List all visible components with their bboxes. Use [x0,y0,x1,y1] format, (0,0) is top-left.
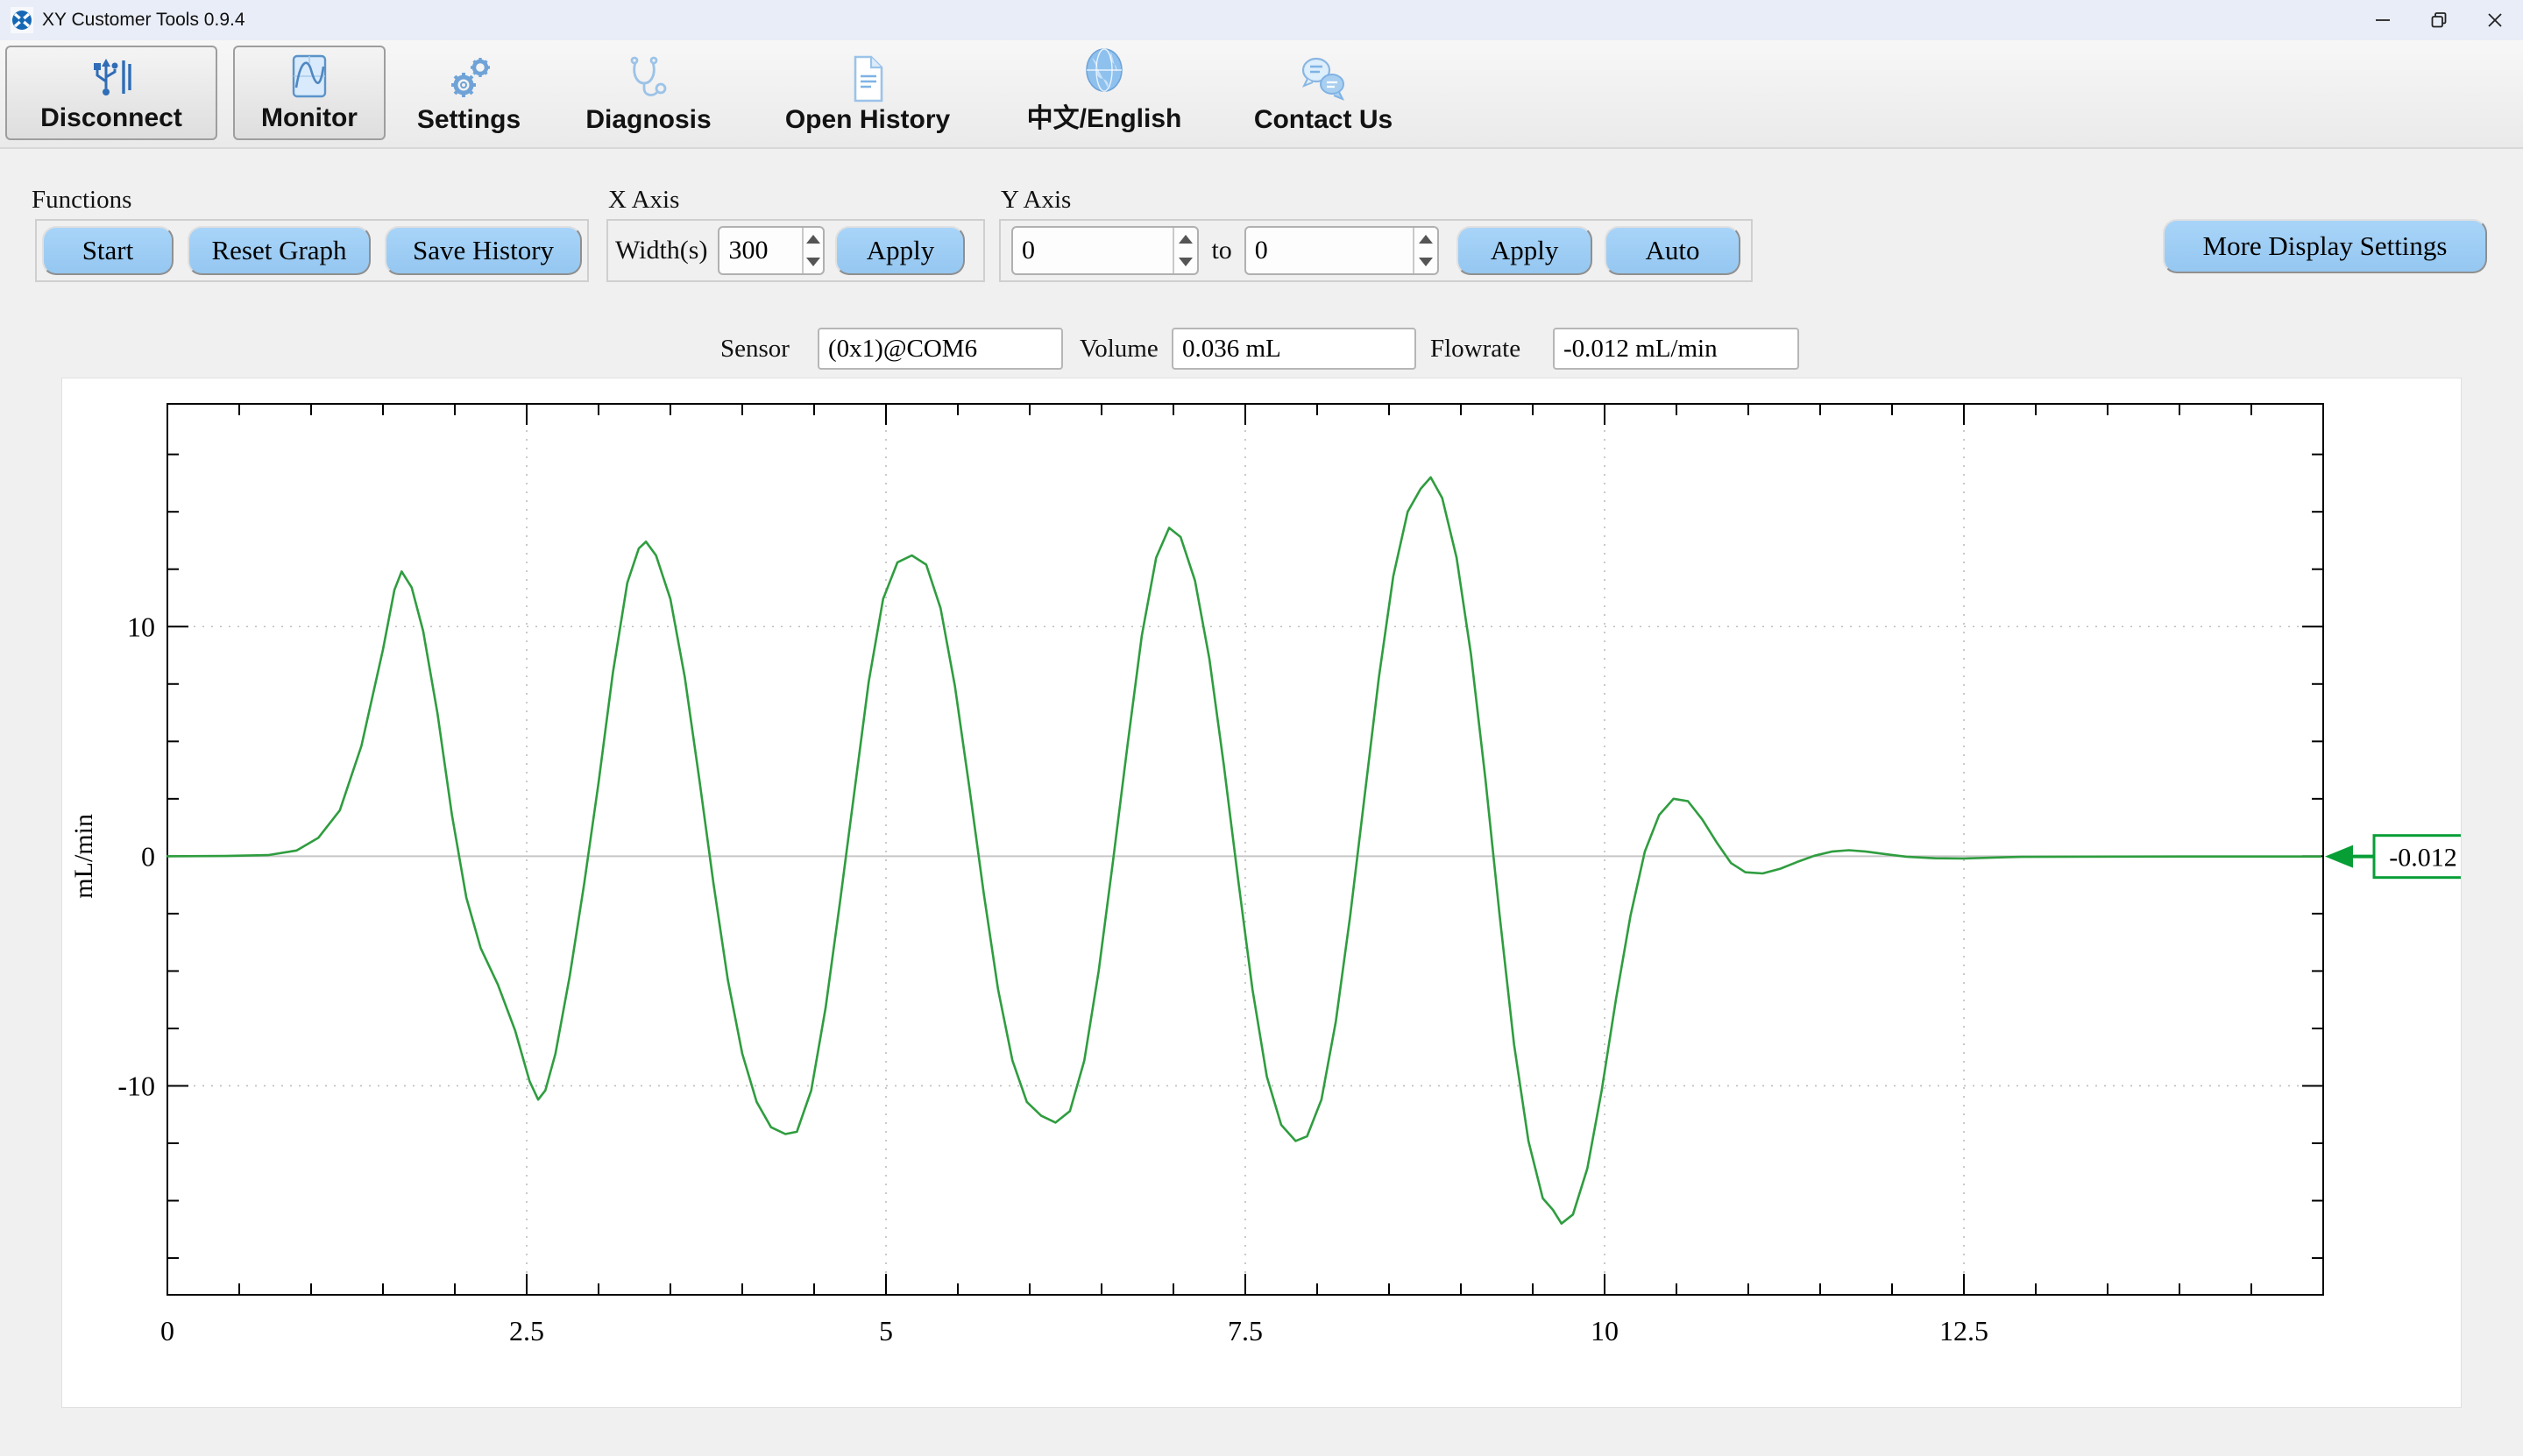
toolbar-label-monitor: Monitor [261,103,358,133]
toolbar: Disconnect Monitor [0,40,2523,149]
toolbar-button-chinese-english[interactable]: 中文/English [995,46,1214,140]
flowrate-field[interactable] [1553,328,1799,370]
document-icon [848,56,887,102]
reset-graph-button[interactable]: Reset Graph [188,226,371,275]
usb-disconnect-icon [89,54,134,100]
flowrate-chart: 0 2.5 5 7.5 10 12.5 -10 0 10 mL/min -0.012 [62,378,2461,1407]
y-max-spinner[interactable] [1244,226,1439,275]
svg-text:10: 10 [127,611,155,642]
y-axis-group-label: Y Axis [1001,186,1071,215]
x-width-spin-up[interactable] [804,228,824,251]
flowrate-label: Flowrate [1430,335,1520,364]
stethoscope-icon [625,56,672,102]
svg-text:10: 10 [1591,1315,1619,1346]
sensor-label: Sensor [720,335,790,364]
chat-bubbles-icon [1299,56,1348,102]
gears-icon [444,56,493,102]
sensor-value-input[interactable] [819,335,1061,364]
restore-button[interactable] [2411,0,2467,40]
y-max-spin-down[interactable] [1414,251,1437,273]
volume-label: Volume [1080,335,1159,364]
toolbar-button-contact-us[interactable]: Contact Us [1223,46,1424,140]
flowrate-chart-panel: 0 2.5 5 7.5 10 12.5 -10 0 10 mL/min -0.012 [61,378,2462,1408]
x-width-spin-down[interactable] [804,251,824,273]
y-min-spin-down[interactable] [1174,251,1197,273]
svg-text:7.5: 7.5 [1228,1315,1263,1346]
svg-text:5: 5 [879,1315,893,1346]
toolbar-label-chinese-english: 中文/English [1027,96,1182,135]
up-arrow-icon [1419,235,1433,244]
volume-value-input[interactable] [1173,335,1414,364]
x-axis-group-label: X Axis [608,186,679,215]
toolbar-label-language: Open History [785,105,950,135]
svg-text:0: 0 [160,1315,174,1346]
x-width-input[interactable] [719,228,801,273]
y-axis-to-label: to [1211,236,1231,265]
svg-text:mL/min: mL/min [69,814,98,899]
app-window: { "window": { "title": "XY Customer Tool… [0,0,2523,1456]
close-button[interactable] [2467,0,2523,40]
svg-text:12.5: 12.5 [1939,1315,1988,1346]
svg-text:-0.012: -0.012 [2389,844,2457,873]
up-arrow-icon [806,235,820,244]
save-history-button[interactable]: Save History [385,226,582,275]
flowrate-value-input[interactable] [1555,335,1797,364]
waveform-monitor-icon [288,54,330,100]
minimize-icon [2373,11,2392,30]
toolbar-button-settings[interactable]: Settings [386,46,552,140]
y-axis-groupbox: to Apply Auto [999,219,1753,282]
restore-icon [2429,11,2449,30]
sensor-field[interactable] [818,328,1063,370]
down-arrow-icon [1179,258,1193,266]
close-icon [2485,11,2505,30]
svg-text:0: 0 [141,840,155,872]
up-arrow-icon [1179,235,1193,244]
down-arrow-icon [806,258,820,266]
titlebar: XY Customer Tools 0.9.4 [0,0,2523,40]
toolbar-label-diagnosis: Diagnosis [585,105,711,135]
toolbar-label-settings: Settings [417,105,521,135]
svg-text:-10: -10 [117,1070,155,1101]
x-axis-apply-button[interactable]: Apply [835,226,965,275]
toolbar-button-disconnect[interactable]: Disconnect [5,46,217,140]
toolbar-label-disconnect: Disconnect [40,103,182,133]
y-min-spin-up[interactable] [1174,228,1197,251]
start-button[interactable]: Start [42,226,174,275]
y-min-input[interactable] [1013,228,1173,273]
y-max-input[interactable] [1246,228,1413,273]
toolbar-button-open-history[interactable]: Open History [749,46,986,140]
y-max-spin-up[interactable] [1414,228,1437,251]
app-icon [11,7,33,33]
functions-groupbox: Start Reset Graph Save History [35,219,589,282]
toolbar-label-contact-us: Contact Us [1254,105,1393,135]
globe-icon [1081,47,1127,93]
y-min-spinner[interactable] [1011,226,1199,275]
down-arrow-icon [1419,258,1433,266]
toolbar-button-diagnosis[interactable]: Diagnosis [561,46,736,140]
minimize-button[interactable] [2355,0,2411,40]
more-display-settings-button[interactable]: More Display Settings [2163,219,2487,273]
functions-group-label: Functions [32,186,131,215]
svg-text:2.5: 2.5 [509,1315,544,1346]
window-title: XY Customer Tools 0.9.4 [42,10,245,31]
y-axis-auto-button[interactable]: Auto [1605,226,1740,275]
toolbar-button-monitor[interactable]: Monitor [233,46,386,140]
volume-field[interactable] [1172,328,1416,370]
x-axis-groupbox: Width(s) Apply [606,219,985,282]
width-seconds-label: Width(s) [615,236,707,265]
x-width-spinner[interactable] [718,226,825,275]
y-axis-apply-button[interactable]: Apply [1456,226,1592,275]
